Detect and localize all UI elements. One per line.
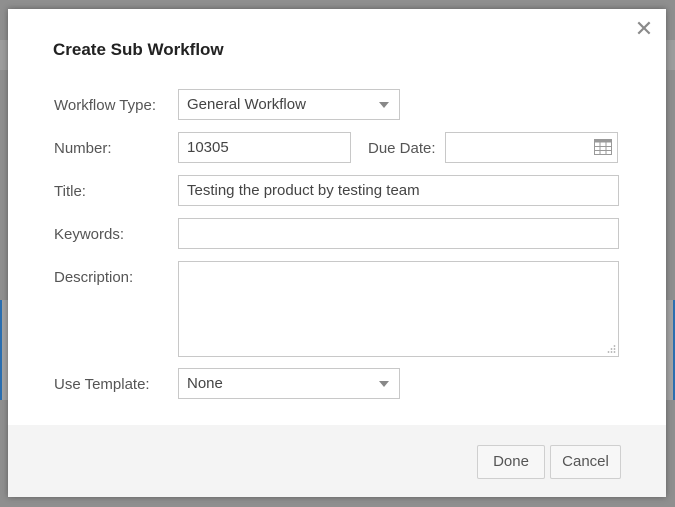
workflow-type-select[interactable]: General Workflow: [178, 89, 400, 120]
use-template-label: Use Template:: [54, 376, 150, 393]
due-date-label: Due Date:: [368, 140, 436, 157]
keywords-label: Keywords:: [54, 226, 125, 243]
dialog-footer: Done Cancel: [8, 425, 666, 497]
create-sub-workflow-dialog: ✕ Create Sub Workflow Workflow Type: Gen…: [8, 9, 666, 497]
number-label: Number:: [54, 140, 112, 157]
use-template-select[interactable]: None: [178, 368, 400, 399]
calendar-icon[interactable]: [594, 139, 612, 155]
title-field[interactable]: Testing the product by testing team: [178, 175, 619, 206]
background-app-fragment: [0, 40, 8, 70]
keywords-field[interactable]: [178, 218, 619, 249]
description-textarea[interactable]: [178, 261, 619, 357]
due-date-field[interactable]: [445, 132, 618, 163]
chevron-down-icon: [379, 102, 389, 108]
workflow-type-value: General Workflow: [187, 96, 306, 113]
number-field[interactable]: 10305: [178, 132, 351, 163]
title-label: Title:: [54, 183, 86, 200]
workflow-type-label: Workflow Type:: [54, 97, 156, 114]
resize-grip-icon[interactable]: [606, 344, 616, 354]
dialog-title: Create Sub Workflow: [53, 40, 224, 59]
chevron-down-icon: [379, 381, 389, 387]
done-button[interactable]: Done: [477, 445, 545, 479]
use-template-value: None: [187, 375, 223, 392]
close-icon[interactable]: ✕: [634, 18, 654, 40]
number-value: 10305: [187, 139, 229, 156]
description-label: Description:: [54, 269, 134, 286]
cancel-button[interactable]: Cancel: [550, 445, 621, 479]
background-app-fragment: [665, 40, 675, 70]
title-value: Testing the product by testing team: [187, 182, 420, 199]
